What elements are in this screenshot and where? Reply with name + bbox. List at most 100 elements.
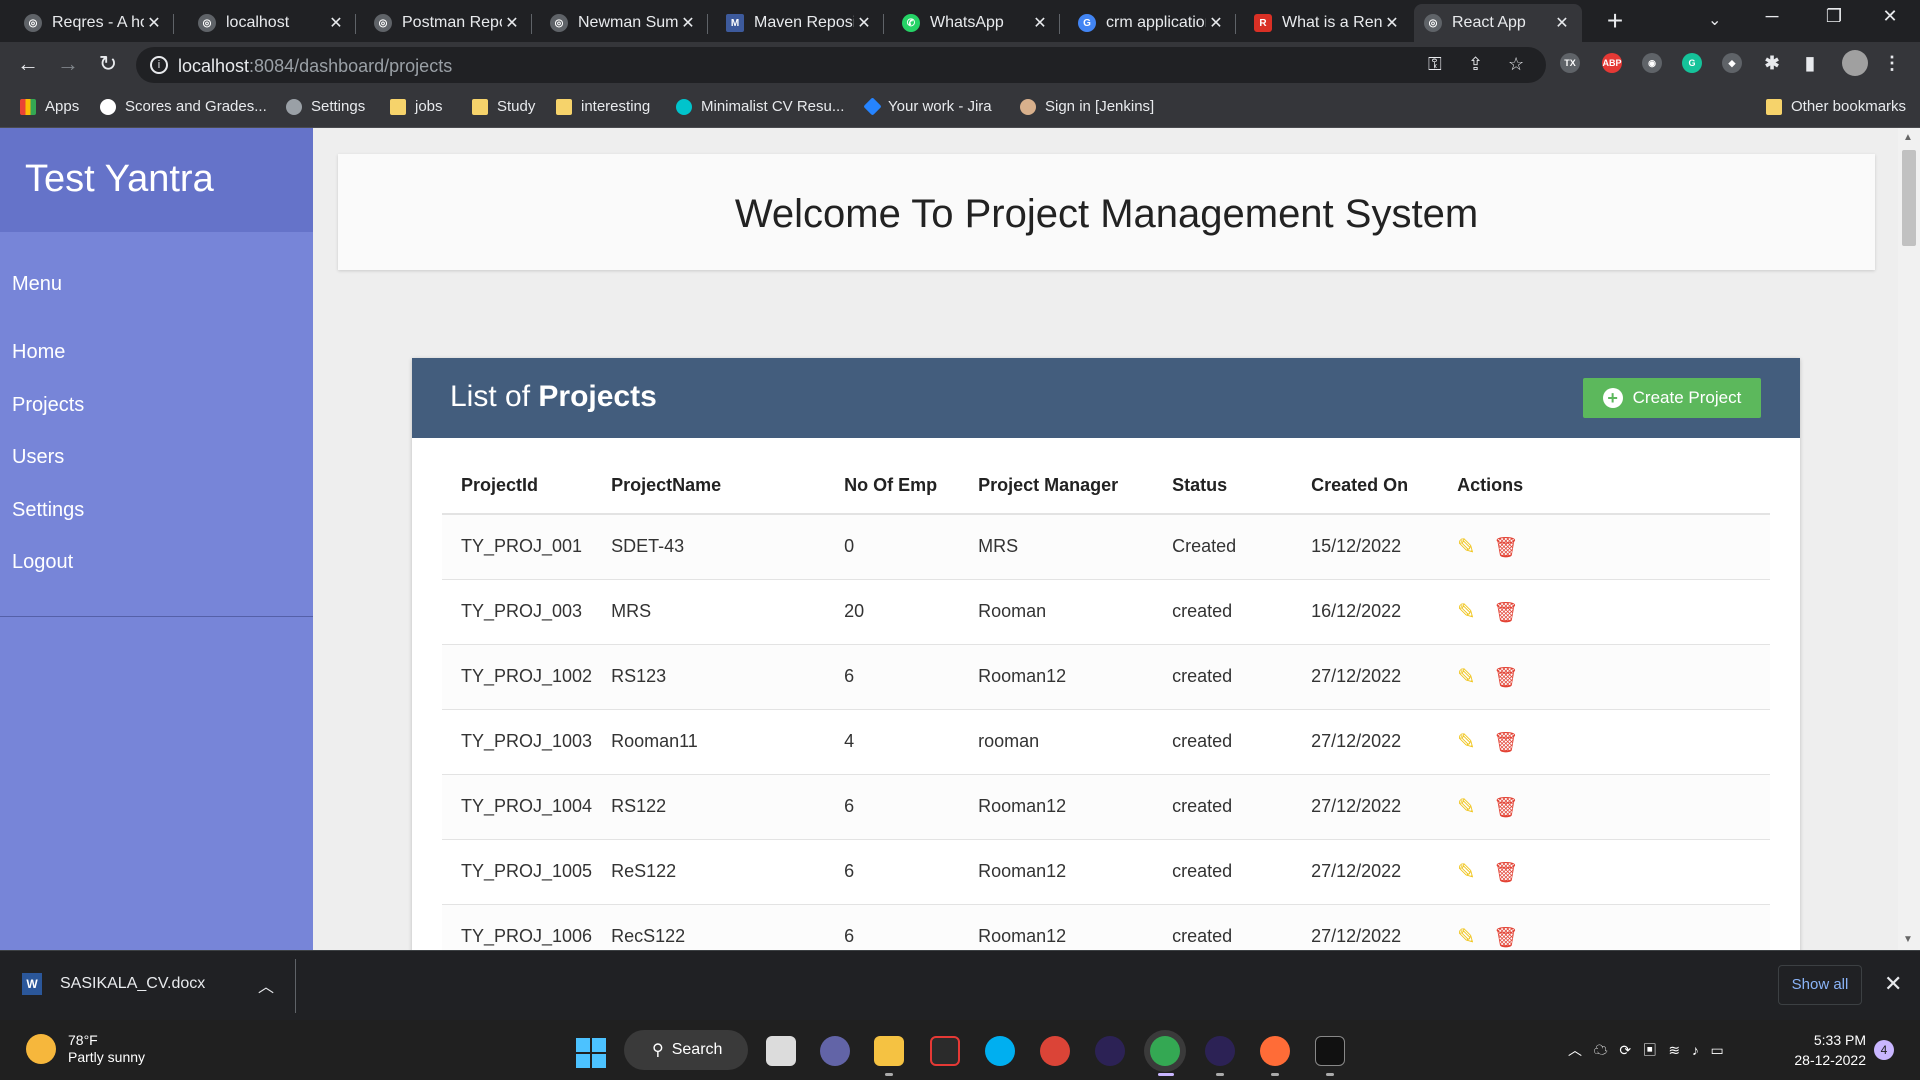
browser-tab[interactable]: R What is a Rental ✕: [1244, 4, 1412, 42]
chrome-icon[interactable]: [1040, 1036, 1070, 1066]
edit-pencil-icon[interactable]: ✎: [1457, 729, 1481, 755]
close-tab-icon[interactable]: ✕: [1206, 13, 1226, 33]
windows-start-icon[interactable]: [576, 1038, 606, 1068]
bookmark-jenkins[interactable]: Sign in [Jenkins]: [1020, 98, 1154, 115]
minimize-icon[interactable]: ─: [1752, 6, 1792, 27]
browser-tab[interactable]: ◎ Reqres - A hosted REST-API ✕: [14, 4, 174, 42]
tex-extension-icon[interactable]: TX: [1560, 53, 1580, 73]
reload-icon[interactable]: ↻: [94, 52, 122, 76]
bookmark-canva[interactable]: Minimalist CV Resu...: [676, 98, 844, 115]
delete-trash-icon[interactable]: 🗑: [1493, 600, 1518, 625]
chevron-down-icon[interactable]: ⌄: [1708, 10, 1721, 30]
chrome-active-icon[interactable]: [1150, 1036, 1180, 1066]
skype-icon[interactable]: [985, 1036, 1015, 1066]
browser-tab[interactable]: ✆ WhatsApp ✕: [892, 4, 1060, 42]
browser-tab[interactable]: ◎ localhost ✕: [188, 4, 356, 42]
scroll-down-icon[interactable]: ▼: [1903, 934, 1913, 945]
close-icon[interactable]: ✕: [1884, 971, 1902, 997]
share-icon[interactable]: ⇪: [1468, 54, 1483, 75]
close-tab-icon[interactable]: ✕: [1382, 13, 1402, 33]
browser-tab[interactable]: ◎ Postman Report ✕: [364, 4, 532, 42]
eclipse-icon[interactable]: [1205, 1036, 1235, 1066]
puzzle-icon[interactable]: ✱: [1762, 53, 1782, 73]
bookmark-folder-study[interactable]: Study: [472, 98, 535, 115]
onedrive-icon[interactable]: ☁: [1594, 1042, 1608, 1058]
terminal-icon[interactable]: [1315, 1036, 1345, 1066]
side-panel-icon[interactable]: ▮: [1800, 53, 1820, 73]
browser-tab[interactable]: ◎ Newman Summary Report ✕: [540, 4, 708, 42]
close-tab-icon[interactable]: ✕: [1030, 13, 1050, 33]
restore-icon[interactable]: ❐: [1814, 6, 1854, 27]
delete-trash-icon[interactable]: 🗑: [1493, 925, 1518, 950]
bookmark-folder-interesting[interactable]: interesting: [556, 98, 650, 115]
grammarly-icon[interactable]: G: [1682, 53, 1702, 73]
browser-tab[interactable]: G crm application ✕: [1068, 4, 1236, 42]
file-explorer-icon[interactable]: [874, 1036, 904, 1066]
edit-pencil-icon[interactable]: ✎: [1457, 664, 1481, 690]
close-tab-icon[interactable]: ✕: [502, 13, 522, 33]
other-bookmarks[interactable]: Other bookmarks: [1766, 98, 1906, 115]
back-icon[interactable]: ←: [14, 52, 42, 76]
show-all-button[interactable]: Show all: [1778, 965, 1862, 1005]
key-icon[interactable]: ⚿: [1428, 54, 1442, 75]
teams-chat-icon[interactable]: [820, 1036, 850, 1066]
sidebar-item-settings[interactable]: Settings: [12, 499, 84, 522]
postman-icon[interactable]: [1260, 1036, 1290, 1066]
wifi-icon[interactable]: ≋: [1668, 1042, 1680, 1058]
bookmark-star-icon[interactable]: ☆: [1508, 54, 1524, 75]
delete-trash-icon[interactable]: 🗑: [1493, 795, 1518, 820]
delete-trash-icon[interactable]: 🗑: [1493, 860, 1518, 885]
bookmark-scores[interactable]: Scores and Grades...: [100, 98, 267, 115]
bookmark-jira[interactable]: Your work - Jira: [863, 97, 992, 116]
bookmark-settings[interactable]: Settings: [286, 98, 365, 115]
sidebar-item-home[interactable]: Home: [12, 341, 65, 364]
edit-pencil-icon[interactable]: ✎: [1457, 599, 1481, 625]
scroll-up-icon[interactable]: ▲: [1903, 132, 1913, 143]
site-info-icon[interactable]: i: [150, 56, 168, 74]
address-bar[interactable]: i localhost:8084/dashboard/projects ⚿ ⇪ …: [136, 47, 1546, 83]
adblock-icon[interactable]: ABP: [1602, 53, 1622, 73]
close-tab-icon[interactable]: ✕: [1552, 13, 1572, 33]
sidebar-item-projects[interactable]: Projects: [12, 394, 84, 417]
new-tab-button[interactable]: +: [1600, 6, 1630, 36]
delete-trash-icon[interactable]: 🗑: [1493, 730, 1518, 755]
volume-icon[interactable]: ♪: [1692, 1042, 1699, 1058]
close-tab-icon[interactable]: ✕: [326, 13, 346, 33]
close-tab-icon[interactable]: ✕: [144, 13, 164, 33]
tray-app-icon[interactable]: ▣: [1643, 1042, 1657, 1058]
chevron-up-icon[interactable]: ︿: [1568, 1042, 1582, 1058]
edit-pencil-icon[interactable]: ✎: [1457, 924, 1481, 950]
close-tab-icon[interactable]: ✕: [678, 13, 698, 33]
browser-tab[interactable]: M Maven Repository ✕: [716, 4, 884, 42]
kebab-menu-icon[interactable]: ⋮: [1882, 53, 1902, 73]
weather-widget[interactable]: 78°F Partly sunny: [26, 1032, 145, 1066]
close-tab-icon[interactable]: ✕: [854, 13, 874, 33]
taskbar-search[interactable]: ⚲ Search: [624, 1030, 748, 1070]
forward-icon[interactable]: →: [54, 52, 82, 76]
notification-badge[interactable]: 4: [1874, 1040, 1894, 1060]
extension-icon[interactable]: ◆: [1722, 53, 1742, 73]
chevron-up-icon[interactable]: ︿: [258, 973, 274, 997]
delete-trash-icon[interactable]: 🗑: [1493, 535, 1518, 560]
download-item[interactable]: W SASIKALA_CV.docx: [22, 973, 205, 995]
eclipse-icon[interactable]: [1095, 1036, 1125, 1066]
close-window-icon[interactable]: ✕: [1870, 6, 1910, 27]
sidebar-item-users[interactable]: Users: [12, 446, 64, 469]
bookmark-folder-jobs[interactable]: jobs: [390, 98, 443, 115]
avatar[interactable]: [1842, 50, 1868, 76]
edit-pencil-icon[interactable]: ✎: [1457, 859, 1481, 885]
sync-icon[interactable]: ⟳: [1619, 1042, 1631, 1058]
create-project-button[interactable]: + Create Project: [1583, 378, 1761, 418]
delete-trash-icon[interactable]: 🗑: [1493, 665, 1518, 690]
taskbar-clock[interactable]: 5:33 PM 28-12-2022: [1786, 1030, 1866, 1070]
bookmark-apps[interactable]: Apps: [20, 98, 79, 115]
browser-tab-active[interactable]: ◎ React App ✕: [1414, 4, 1582, 42]
sidebar-item-logout[interactable]: Logout: [12, 551, 73, 574]
edit-pencil-icon[interactable]: ✎: [1457, 794, 1481, 820]
edit-pencil-icon[interactable]: ✎: [1457, 534, 1481, 560]
battery-icon[interactable]: ▭: [1711, 1042, 1724, 1058]
extension-icon[interactable]: ◉: [1642, 53, 1662, 73]
task-view-icon[interactable]: [766, 1036, 796, 1066]
app-icon[interactable]: [930, 1036, 960, 1066]
system-tray[interactable]: ︿ ☁ ⟳ ▣ ≋ ♪ ▭: [1568, 1040, 1724, 1060]
